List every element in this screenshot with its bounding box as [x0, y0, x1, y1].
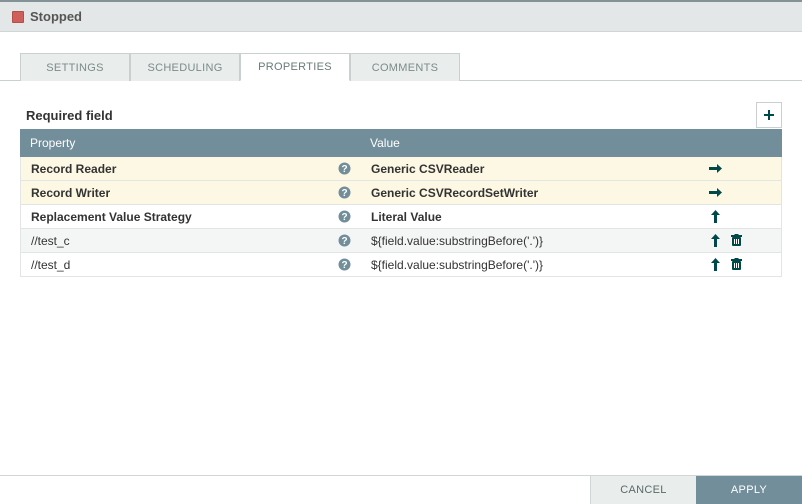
delete-property-icon[interactable] — [730, 234, 743, 247]
svg-text:?: ? — [341, 260, 347, 271]
column-property: Property — [20, 136, 360, 150]
property-cell[interactable]: //test_c? — [21, 234, 361, 248]
property-cell[interactable]: Record Writer? — [21, 186, 361, 200]
plus-icon — [763, 109, 775, 121]
goto-service-icon[interactable] — [709, 162, 722, 175]
table-row[interactable]: Record Reader? Generic CSVReader — [20, 157, 782, 181]
stopped-icon — [12, 11, 24, 23]
actions-cell — [699, 162, 781, 175]
section-header: Required field — [20, 101, 782, 129]
help-icon[interactable]: ? — [338, 162, 351, 175]
value-cell[interactable]: ${field.value:substringBefore('.')} — [361, 258, 699, 272]
property-cell[interactable]: Replacement Value Strategy? — [21, 210, 361, 224]
help-icon[interactable]: ? — [338, 234, 351, 247]
delete-property-icon[interactable] — [730, 258, 743, 271]
convert-property-icon[interactable] — [709, 234, 722, 247]
table-row[interactable]: Replacement Value Strategy? Literal Value — [20, 205, 782, 229]
tab-properties[interactable]: PROPERTIES — [240, 53, 350, 81]
convert-property-icon[interactable] — [709, 210, 722, 223]
property-value: ${field.value:substringBefore('.')} — [371, 234, 543, 248]
goto-service-icon[interactable] — [709, 186, 722, 199]
value-cell[interactable]: Literal Value — [361, 210, 699, 224]
svg-text:?: ? — [341, 212, 347, 223]
tab-settings[interactable]: SETTINGS — [20, 53, 130, 81]
column-value: Value — [360, 136, 700, 150]
property-value: Literal Value — [371, 210, 442, 224]
property-name: //test_c — [31, 234, 70, 248]
dialog-footer: CANCEL APPLY — [0, 475, 802, 504]
property-cell[interactable]: Record Reader? — [21, 162, 361, 176]
value-cell[interactable]: Generic CSVRecordSetWriter — [361, 186, 699, 200]
actions-cell — [699, 186, 781, 199]
help-icon[interactable]: ? — [338, 186, 351, 199]
table-row[interactable]: //test_d? ${field.value:substringBefore('… — [20, 253, 782, 277]
help-icon[interactable]: ? — [338, 258, 351, 271]
tab-comments[interactable]: COMMENTS — [350, 53, 460, 81]
svg-text:?: ? — [341, 188, 347, 199]
property-name: Record Reader — [31, 162, 116, 176]
property-name: Record Writer — [31, 186, 110, 200]
dialog: Stopped SETTINGS SCHEDULING PROPERTIES C… — [0, 0, 802, 504]
tab-body-properties: Required field Property Value Record Rea… — [0, 81, 802, 475]
section-title: Required field — [20, 108, 113, 123]
table-header: Property Value — [20, 129, 782, 157]
apply-button[interactable]: APPLY — [696, 476, 802, 504]
property-value: ${field.value:substringBefore('.')} — [371, 258, 543, 272]
help-icon[interactable]: ? — [338, 210, 351, 223]
property-name: Replacement Value Strategy — [31, 210, 192, 224]
convert-property-icon[interactable] — [709, 258, 722, 271]
svg-text:?: ? — [341, 236, 347, 247]
status-bar: Stopped — [0, 2, 802, 32]
status-label: Stopped — [30, 9, 82, 24]
property-cell[interactable]: //test_d? — [21, 258, 361, 272]
property-value: Generic CSVReader — [371, 162, 484, 176]
cancel-button[interactable]: CANCEL — [590, 476, 696, 504]
tab-scheduling[interactable]: SCHEDULING — [130, 53, 240, 81]
table-body: Record Reader? Generic CSVReader Record Wr… — [20, 157, 782, 277]
property-name: //test_d — [31, 258, 70, 272]
actions-cell — [699, 210, 781, 223]
table-row[interactable]: //test_c? ${field.value:substringBefore('… — [20, 229, 782, 253]
table-row[interactable]: Record Writer? Generic CSVRecordSetWriter — [20, 181, 782, 205]
actions-cell — [699, 258, 781, 271]
actions-cell — [699, 234, 781, 247]
add-property-button[interactable] — [756, 102, 782, 128]
value-cell[interactable]: Generic CSVReader — [361, 162, 699, 176]
value-cell[interactable]: ${field.value:substringBefore('.')} — [361, 234, 699, 248]
svg-text:?: ? — [341, 164, 347, 175]
property-value: Generic CSVRecordSetWriter — [371, 186, 538, 200]
tabs: SETTINGS SCHEDULING PROPERTIES COMMENTS — [0, 32, 802, 81]
